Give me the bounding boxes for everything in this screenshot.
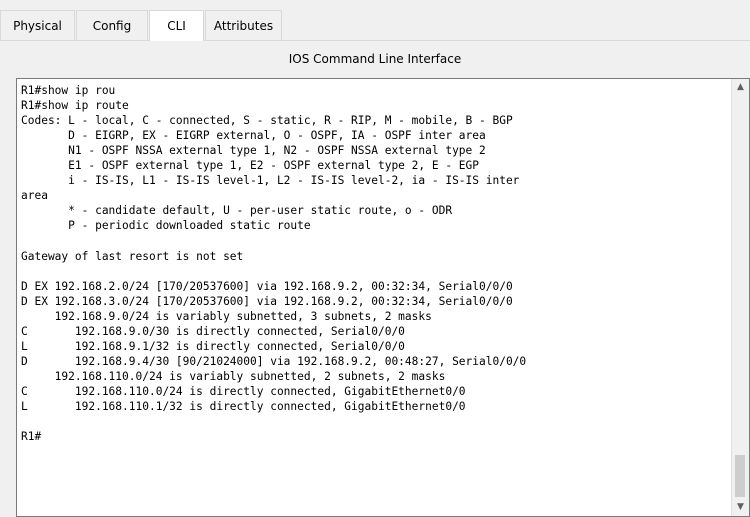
terminal-line: area <box>21 189 48 203</box>
terminal-line: * - candidate default, U - per-user stat… <box>21 204 453 218</box>
terminal-line: N1 - OSPF NSSA external type 1, N2 - OSP… <box>21 144 486 158</box>
tab-physical[interactable]: Physical <box>0 10 75 40</box>
terminal-line: L 192.168.110.1/32 is directly connected… <box>21 399 466 413</box>
terminal-line: i - IS-IS, L1 - IS-IS level-1, L2 - IS-I… <box>21 174 520 188</box>
terminal-line: 192.168.9.0/24 is variably subnetted, 3 … <box>21 309 432 323</box>
vertical-scrollbar[interactable]: ▲ ▼ <box>731 79 749 516</box>
terminal-line: Gateway of last resort is not set <box>21 249 244 263</box>
tab-config[interactable]: Config <box>76 10 148 40</box>
terminal-line: L 192.168.9.1/32 is directly connected, … <box>21 339 405 353</box>
terminal-line: R1#show ip rou <box>21 84 116 97</box>
cli-terminal[interactable]: R1#show ip rou R1#show ip route Codes: L… <box>16 78 750 517</box>
terminal-line: P - periodic downloaded static route <box>21 219 311 233</box>
terminal-line: C 192.168.110.0/24 is directly connected… <box>21 384 466 398</box>
terminal-line: D EX 192.168.2.0/24 [170/20537600] via 1… <box>21 279 513 293</box>
terminal-line: D 192.168.9.4/30 [90/21024000] via 192.1… <box>21 354 527 368</box>
terminal-line: D EX 192.168.3.0/24 [170/20537600] via 1… <box>21 294 513 308</box>
terminal-line: Codes: L - local, C - connected, S - sta… <box>21 114 513 128</box>
terminal-line: E1 - OSPF external type 1, E2 - OSPF ext… <box>21 159 480 173</box>
scrollbar-thumb[interactable] <box>735 455 745 497</box>
chevron-up-icon[interactable]: ▲ <box>732 79 749 96</box>
tab-bar: Physical Config CLI Attributes <box>0 10 750 41</box>
terminal-line: D - EIGRP, EX - EIGRP external, O - OSPF… <box>21 129 486 143</box>
terminal-line: R1#show ip route <box>21 99 129 113</box>
chevron-down-icon[interactable]: ▼ <box>732 499 749 516</box>
terminal-line: R1# <box>21 430 42 444</box>
terminal-line: C 192.168.9.0/30 is directly connected, … <box>21 324 405 338</box>
terminal-output[interactable]: R1#show ip rou R1#show ip route Codes: L… <box>21 83 526 444</box>
tab-cli[interactable]: CLI <box>149 10 204 41</box>
cli-title: IOS Command Line Interface <box>288 52 462 66</box>
tab-attributes[interactable]: Attributes <box>205 10 282 40</box>
terminal-line: 192.168.110.0/24 is variably subnetted, … <box>21 369 446 383</box>
